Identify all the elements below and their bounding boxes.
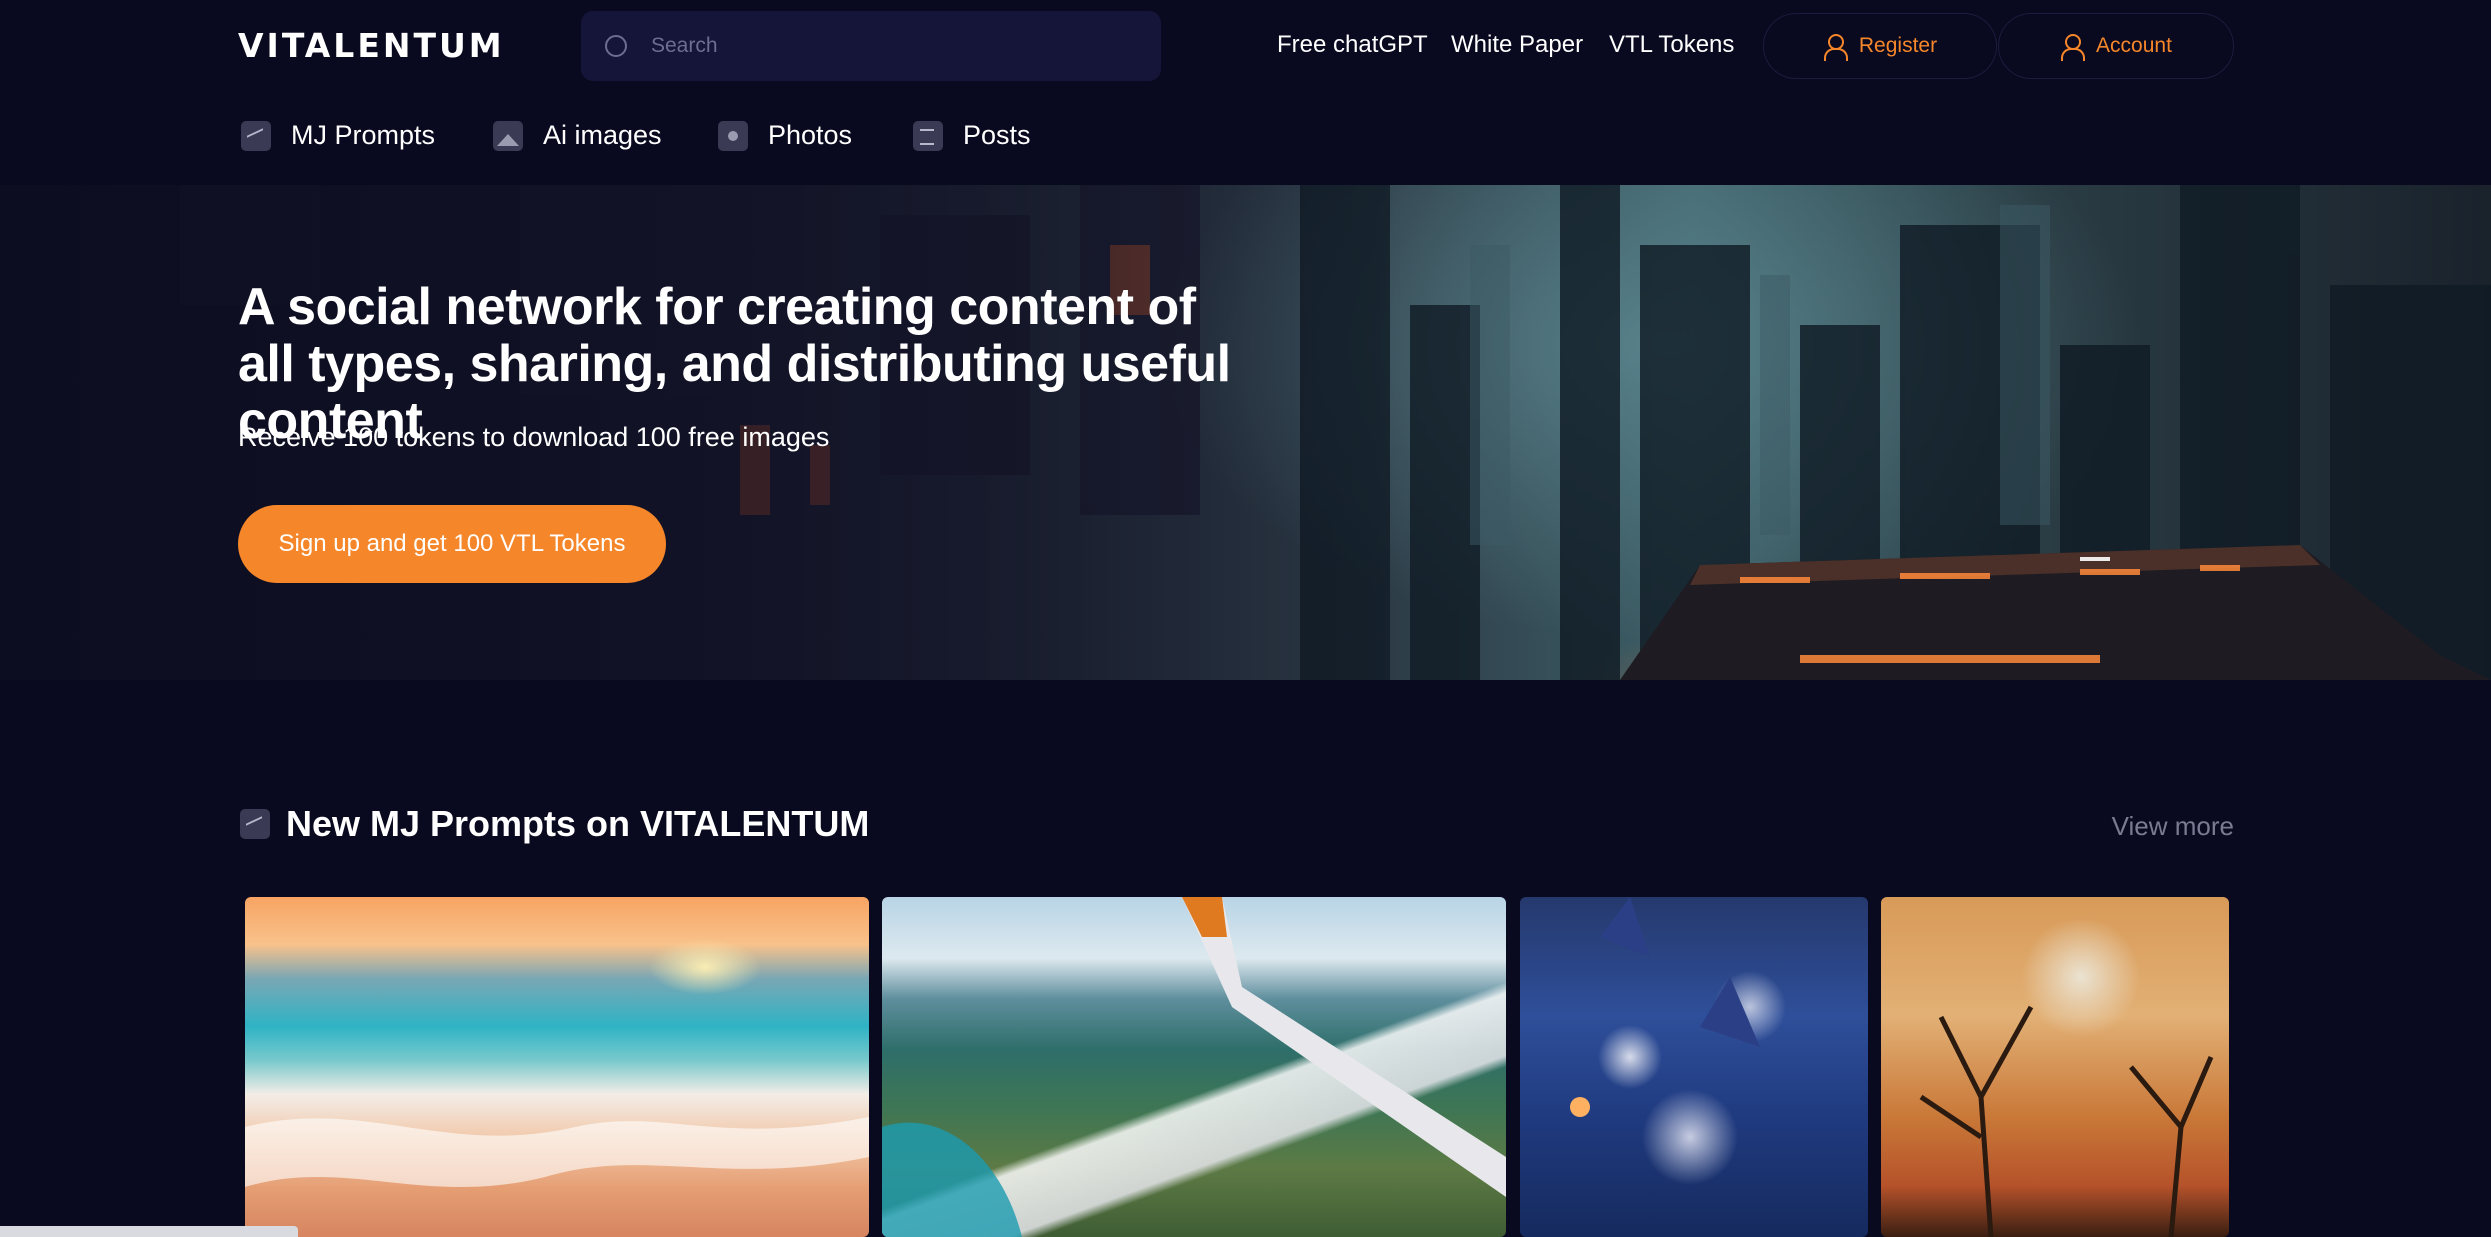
category-label: MJ Prompts <box>291 120 436 150</box>
category-nav: MJ Prompts Ai images Photos Posts <box>0 92 2491 184</box>
prompt-card-wizards[interactable] <box>1520 897 1868 1237</box>
prompt-card-airplane[interactable] <box>882 897 1506 1237</box>
view-more-link[interactable]: View more <box>2112 811 2234 842</box>
card-image <box>1919 1005 2214 1237</box>
user-icon <box>1823 33 1848 61</box>
nav-link-white-paper[interactable]: White Paper <box>1451 31 1583 59</box>
site-logo[interactable]: VITALENTUM <box>238 26 505 65</box>
search-bar[interactable] <box>581 11 1161 81</box>
category-photos[interactable]: Photos <box>718 120 852 151</box>
category-label: Photos <box>768 120 853 150</box>
prompt-card-beach[interactable] <box>245 897 869 1237</box>
register-label: Register <box>1858 34 1938 57</box>
nav-link-free-chatgpt[interactable]: Free chatGPT <box>1277 31 1428 59</box>
category-mj-prompts[interactable]: MJ Prompts <box>241 120 435 151</box>
nav-link-vtl-tokens[interactable]: VTL Tokens <box>1609 31 1734 59</box>
register-button[interactable]: Register <box>1763 13 1997 79</box>
category-label: Ai images <box>543 120 662 150</box>
category-posts[interactable]: Posts <box>913 120 1031 151</box>
photo-icon <box>718 120 748 151</box>
image-icon <box>493 120 523 151</box>
category-label: Posts <box>963 120 1031 150</box>
card-image <box>245 1117 869 1187</box>
search-input[interactable] <box>651 34 1111 58</box>
hero-banner: A social network for creating content of… <box>0 185 2491 680</box>
hero-subtitle: Receive 100 tokens to download 100 free … <box>238 422 830 452</box>
user-icon <box>2060 33 2086 61</box>
top-header: VITALENTUM Free chatGPT White Paper VTL … <box>0 0 2491 92</box>
card-image <box>1570 897 1760 1117</box>
status-tab <box>0 1226 298 1237</box>
chart-icon <box>241 120 271 151</box>
chart-icon <box>240 809 270 839</box>
search-icon <box>605 35 627 57</box>
account-label: Account <box>2096 34 2172 57</box>
prompt-card-moon-tree[interactable] <box>1881 897 2229 1237</box>
card-image <box>882 897 1506 1237</box>
account-button[interactable]: Account <box>1998 13 2234 79</box>
post-icon <box>913 120 943 151</box>
category-ai-images[interactable]: Ai images <box>493 120 662 151</box>
section-title: New MJ Prompts on VITALENTUM <box>286 803 870 844</box>
signup-cta-button[interactable]: Sign up and get 100 VTL Tokens <box>238 505 666 583</box>
section-header: New MJ Prompts on VITALENTUM <box>240 803 869 845</box>
